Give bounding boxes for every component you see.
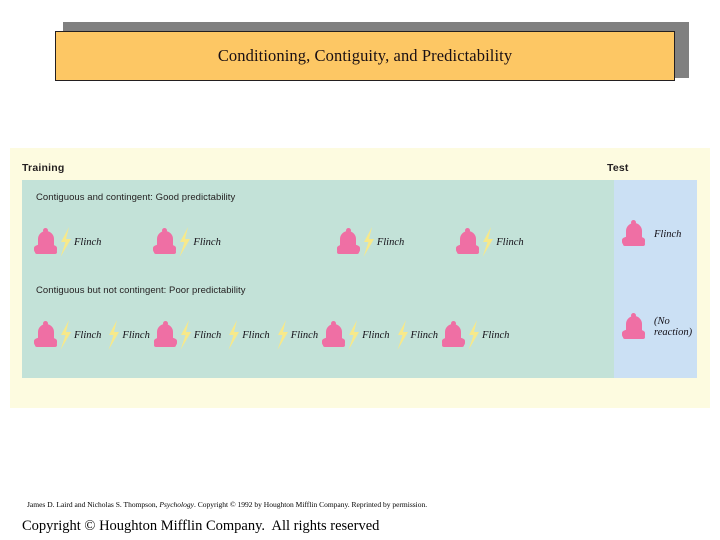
lightning-bolt-icon: [226, 320, 241, 350]
row-1-test-outcome: Flinch: [622, 220, 681, 248]
bell-icon: [34, 321, 57, 349]
row-2-test-outcome: (No reaction): [622, 313, 692, 341]
lightning-bolt-icon: [466, 320, 481, 350]
citation-authors: James D. Laird and Nicholas S. Thompson,: [27, 500, 160, 509]
bell-icon: [441, 321, 465, 349]
textbook-figure: Training Test Contiguous and contingent:…: [10, 148, 710, 408]
training-column-header: Training: [22, 162, 65, 174]
citation-book-title: Psychology: [159, 500, 194, 509]
bell-icon: [622, 220, 645, 248]
title-box[interactable]: Conditioning, Contiguity, and Predictabi…: [55, 31, 675, 81]
figure-panels: Contiguous and contingent: Good predicta…: [22, 180, 697, 378]
lightning-bolt-icon: [275, 320, 290, 350]
no-reaction-label: (No reaction): [654, 315, 693, 338]
training-panel: Contiguous and contingent: Good predicta…: [22, 180, 614, 378]
test-panel: [614, 180, 697, 378]
flinch-label: Flinch: [496, 236, 524, 248]
page-title: Conditioning, Contiguity, and Predictabi…: [217, 46, 513, 65]
flinch-label: Flinch: [290, 329, 319, 341]
row-2-training-sequence: Flinch Flinch Flinch Flinch Flinch Flinch Flin…: [34, 313, 604, 357]
flinch-label: Flinch: [193, 329, 222, 341]
flinch-label: Flinch: [376, 236, 405, 248]
source-citation: James D. Laird and Nicholas S. Thompson,…: [27, 500, 427, 509]
flinch-label: Flinch: [410, 329, 438, 341]
lightning-bolt-icon: [58, 227, 73, 257]
flinch-label: Flinch: [74, 236, 102, 248]
lightning-bolt-icon: [58, 320, 73, 350]
lightning-bolt-icon: [178, 320, 193, 350]
test-column-header: Test: [607, 162, 629, 174]
flinch-label: Flinch: [362, 329, 390, 341]
copyright-notice: Copyright © Houghton Mifflin Company. Al…: [22, 518, 380, 534]
title-area: Conditioning, Contiguity, and Predictabi…: [0, 0, 720, 110]
row-1-training-sequence: Flinch Flinch Flinch Flinch: [34, 220, 604, 264]
lightning-bolt-icon: [346, 320, 361, 350]
lightning-bolt-icon: [106, 320, 121, 350]
flinch-label: Flinch: [481, 329, 510, 341]
flinch-label: Flinch: [122, 329, 150, 341]
bell-icon: [456, 228, 480, 256]
bell-icon: [34, 228, 57, 256]
flinch-label: Flinch: [242, 329, 270, 341]
row-1-condition-label: Contiguous and contingent: Good predicta…: [36, 192, 236, 203]
bell-icon: [322, 321, 346, 349]
flinch-label: Flinch: [654, 228, 682, 240]
bell-icon: [153, 321, 177, 349]
lightning-bolt-icon: [177, 227, 192, 257]
bell-icon: [622, 313, 645, 341]
citation-copyright: . Copyright © 1992 by Houghton Mifflin C…: [193, 500, 428, 509]
flinch-label: Flinch: [74, 329, 102, 341]
lightning-bolt-icon: [361, 227, 376, 257]
bell-icon: [153, 228, 177, 256]
lightning-bolt-icon: [395, 320, 410, 350]
figure-column-headers: Training Test: [10, 148, 710, 180]
flinch-label: Flinch: [193, 236, 221, 248]
lightning-bolt-icon: [480, 227, 495, 257]
row-2-condition-label: Contiguous but not contingent: Poor pred…: [36, 285, 246, 296]
bell-icon: [336, 228, 360, 256]
